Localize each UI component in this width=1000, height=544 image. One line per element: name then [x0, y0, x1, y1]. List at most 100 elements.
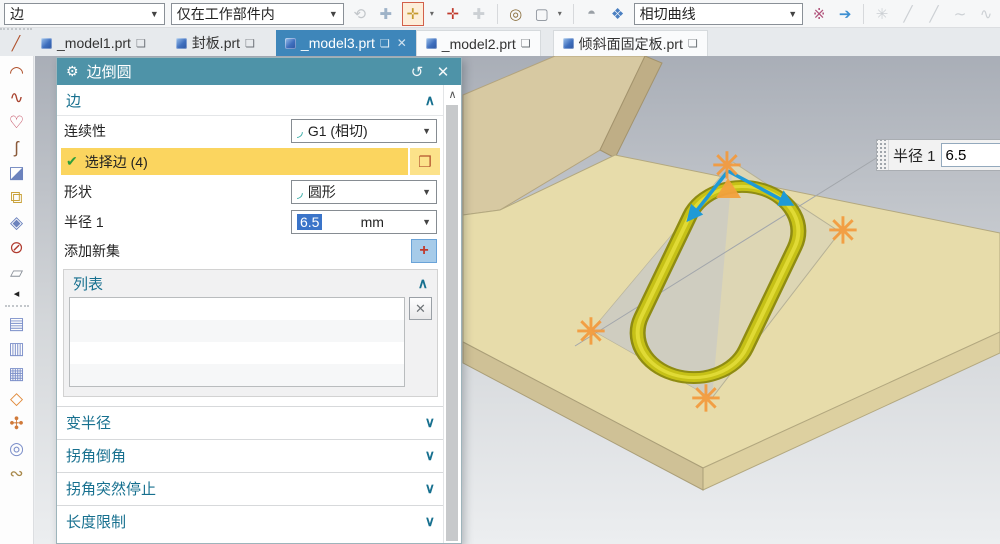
- collapse-arrow-icon[interactable]: ◂: [4, 285, 30, 301]
- dialog-scrollbar[interactable]: ∧: [443, 85, 461, 543]
- through-curve-mesh-icon[interactable]: ▦: [4, 361, 30, 386]
- edge-marker-left[interactable]: ✳: [576, 311, 606, 352]
- helix-icon[interactable]: ∾: [4, 461, 30, 486]
- toolbar-separator: [4, 305, 29, 307]
- scroll-up-icon[interactable]: ∧: [444, 85, 461, 103]
- law-curve-icon[interactable]: ♡: [4, 110, 30, 135]
- popout-icon[interactable]: ❏: [245, 37, 255, 50]
- scrollbar-thumb[interactable]: [446, 105, 458, 541]
- shaded-view-icon[interactable]: ❖: [608, 3, 628, 25]
- dialog-title: 边倒圆: [86, 64, 132, 81]
- section-view-icon[interactable]: ▱: [4, 260, 30, 285]
- lasso-select-icon[interactable]: ▢: [532, 3, 552, 25]
- point-icon[interactable]: ⊘: [4, 235, 30, 260]
- chevron-up-icon[interactable]: ∧: [425, 92, 435, 109]
- continuity-dropdown[interactable]: ◞ G1 (相切) ▼: [291, 119, 437, 143]
- remove-list-item-button[interactable]: ✕: [409, 297, 432, 320]
- popout-icon[interactable]: ❏: [688, 37, 698, 50]
- chevron-down-icon[interactable]: ∨: [425, 447, 435, 464]
- close-icon[interactable]: ✕: [397, 36, 407, 50]
- radius-value-selected[interactable]: 6.5: [297, 214, 323, 230]
- chevron-down-icon[interactable]: ∨: [425, 480, 435, 497]
- callout-drag-handle[interactable]: [877, 140, 889, 170]
- chevron-down-icon[interactable]: ∨: [425, 414, 435, 431]
- arc-icon[interactable]: ◠: [4, 60, 30, 85]
- chevron-down-icon[interactable]: ▾: [430, 9, 437, 18]
- section-label: 变半径: [66, 415, 112, 432]
- type-filter-value: 边: [10, 5, 24, 22]
- chevron-up-icon[interactable]: ∧: [418, 275, 428, 292]
- select-edge-button[interactable]: ✔ 选择边 (4): [61, 148, 408, 175]
- section-variable-radius[interactable]: 变半径 ∨: [57, 406, 444, 438]
- update-display-icon[interactable]: ⟲: [350, 3, 370, 25]
- reset-icon[interactable]: ↺: [408, 63, 426, 81]
- chevron-down-icon[interactable]: ∨: [425, 513, 435, 530]
- tab-qingxiemian[interactable]: 倾斜面固定板.prt ❏: [552, 30, 708, 56]
- section-label: 长度限制: [66, 514, 127, 531]
- popout-icon[interactable]: ❏: [136, 37, 146, 50]
- line-handle-icon[interactable]: ╱: [0, 28, 32, 56]
- blend-icon: ◞: [297, 122, 303, 140]
- blend-set-list[interactable]: [69, 297, 405, 387]
- intersection-plane-icon[interactable]: ◈: [4, 210, 30, 235]
- list-panel: 列表 ∧ ✕: [63, 269, 438, 397]
- forward-icon[interactable]: ➔: [835, 3, 855, 25]
- move-component-icon[interactable]: ✚: [376, 3, 396, 25]
- shape-dropdown[interactable]: ◞ 圆形 ▼: [291, 180, 437, 204]
- list-label: 列表: [73, 276, 104, 293]
- close-icon[interactable]: ✕: [434, 63, 452, 81]
- render-style-icon[interactable]: ◓: [582, 3, 602, 25]
- add-new-set-button[interactable]: +: [411, 239, 437, 263]
- section-corner-falloff[interactable]: 拐角倒角 ∨: [57, 439, 444, 471]
- tab-label: _model2.prt: [441, 35, 516, 52]
- line-tool2-icon: ╱: [929, 5, 939, 23]
- select-edge-row[interactable]: ✔ 选择边 (4) ❒: [61, 148, 440, 175]
- curve-rule-dropdown[interactable]: 相切曲线 ▼: [633, 2, 804, 25]
- datum-plane-icon[interactable]: ◪: [4, 160, 30, 185]
- through-curves-icon[interactable]: ▥: [4, 336, 30, 361]
- n-sided-surface-icon[interactable]: ✣: [4, 411, 30, 436]
- studio-spline-icon[interactable]: ∿: [4, 85, 30, 110]
- radius-callout[interactable]: 半径 1: [876, 139, 1000, 171]
- section-stop-short[interactable]: 拐角突然停止 ∨: [57, 472, 444, 504]
- type-filter-dropdown[interactable]: 边 ▼: [4, 2, 165, 25]
- tab-fengban[interactable]: 封板.prt ❏: [167, 30, 264, 56]
- edge-marker-bottom[interactable]: ✳: [691, 378, 721, 419]
- section-label: 拐角突然停止: [66, 481, 157, 498]
- selection-toolbar: 边 ▼ 仅在工作部件内 ▼ ⟲ ✚ ✛ ▾ ✛ ✚ ◎ ▢ ▾ ◓ ❖ 相切曲线…: [0, 0, 1000, 28]
- section-edge[interactable]: 边 ∧: [57, 85, 444, 116]
- swept-surface-icon[interactable]: ◇: [4, 386, 30, 411]
- fillet-shape-icon: ◞: [297, 183, 303, 201]
- continuity-value: G1 (相切): [307, 123, 368, 139]
- scope-filter-dropdown[interactable]: 仅在工作部件内 ▼: [170, 2, 344, 25]
- callout-radius-input[interactable]: [940, 143, 1000, 167]
- tube-icon[interactable]: ◎: [4, 436, 30, 461]
- edge-marker-right[interactable]: ✳: [828, 210, 858, 251]
- datum-csys-icon[interactable]: ⧉: [4, 185, 30, 210]
- body-select-button[interactable]: ❒: [410, 148, 440, 175]
- ruled-surface-icon[interactable]: ▤: [4, 311, 30, 336]
- edge-marker-top[interactable]: ✳: [712, 145, 742, 186]
- section-length-limit[interactable]: 长度限制 ∨: [57, 505, 444, 537]
- tab-model3-active[interactable]: _model3.prt ❏ ✕: [275, 30, 416, 56]
- chevron-down-icon: ▼: [328, 8, 338, 19]
- toolbar-separator: [863, 3, 864, 24]
- tab-model2[interactable]: _model2.prt ❏: [415, 30, 541, 56]
- snap-circle-icon[interactable]: ◎: [506, 3, 526, 25]
- x-icon: ✕: [415, 300, 426, 316]
- tab-model1[interactable]: _model1.prt ❏: [32, 30, 155, 56]
- chevron-down-icon: ▼: [422, 217, 431, 227]
- cube-icon: ❒: [418, 153, 432, 171]
- arc-tool-icon: ∼: [953, 5, 967, 23]
- chevron-down-icon[interactable]: ▾: [558, 9, 565, 18]
- point-dialog-icon[interactable]: ✛: [443, 3, 463, 25]
- popout-icon[interactable]: ❏: [380, 37, 390, 50]
- snap-point-icon[interactable]: ✛: [401, 1, 424, 26]
- part-icon: [425, 38, 437, 49]
- popout-icon[interactable]: ❏: [521, 37, 531, 50]
- bridge-curve-icon[interactable]: ʃ: [4, 135, 30, 160]
- list-section-header[interactable]: 列表 ∧: [69, 270, 432, 297]
- dialog-titlebar[interactable]: ⚙ 边倒圆 ↺ ✕: [57, 58, 461, 85]
- selection-scope-icon[interactable]: ※: [809, 3, 829, 25]
- radius-input[interactable]: 6.5 mm ▼: [291, 210, 437, 234]
